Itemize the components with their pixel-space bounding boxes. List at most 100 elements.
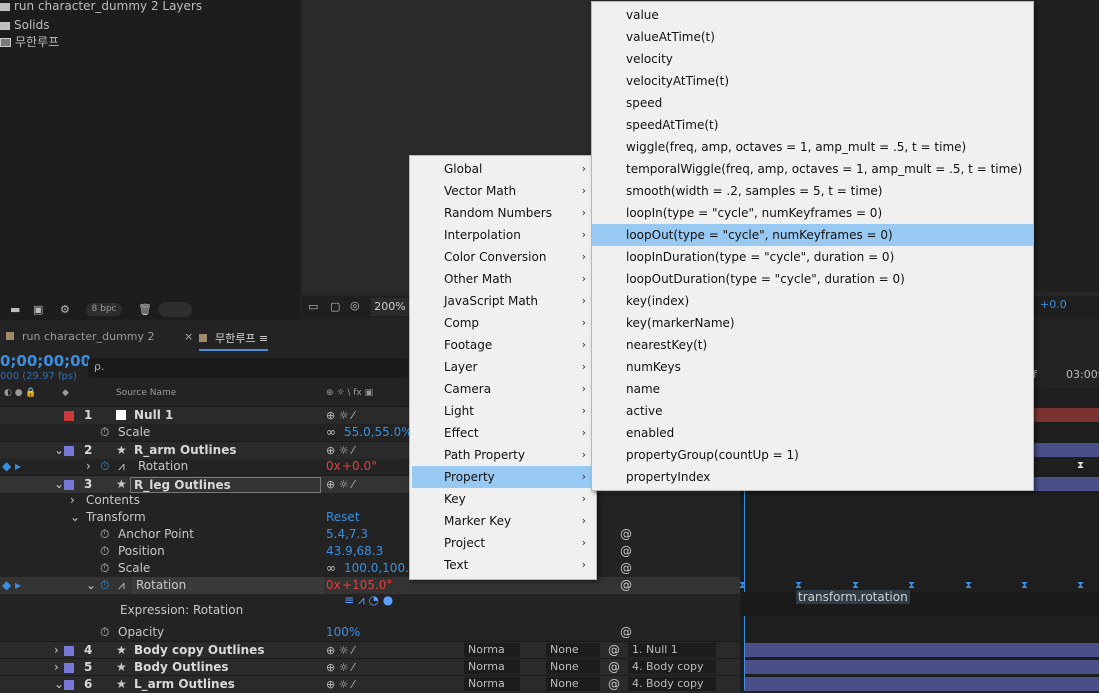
tab-infinite-loop[interactable]: 무한루프 ≡ — [199, 330, 269, 351]
stopwatch-icon[interactable]: ⏱ — [100, 543, 109, 560]
layer-row[interactable]: ⌄ 6 ★ L_arm Outlines ⊕ ☼ ⁄ Norma None @ … — [0, 675, 740, 693]
layer-switches[interactable]: ⊕ ☼ ⁄ — [326, 676, 354, 693]
timeline-search-input[interactable]: ρ. — [88, 358, 408, 378]
mask-icon[interactable]: ◎ — [350, 299, 360, 312]
chevron-right-icon[interactable]: › — [86, 458, 91, 475]
project-item[interactable]: 무한루프 — [0, 34, 59, 51]
menu-item-light[interactable]: Light › — [410, 400, 596, 422]
property-menu-item[interactable]: numKeys — [592, 356, 1033, 378]
chevron-right-icon[interactable]: › — [54, 642, 59, 659]
keyframe-icon[interactable]: ⧗ — [739, 580, 746, 591]
graph-icon[interactable]: ⩘ — [118, 458, 125, 475]
label-color[interactable] — [64, 480, 74, 490]
link-icon[interactable]: ∞ — [326, 560, 336, 577]
chevron-down-icon[interactable]: ⌄ — [54, 476, 64, 493]
property-menu-item[interactable]: speed — [592, 92, 1033, 114]
property-row[interactable]: ⏱ Scale ∞ 100.0,100.0 @ — [0, 560, 740, 577]
property-menu-item[interactable]: value — [592, 4, 1033, 26]
menu-item-project[interactable]: Project › — [410, 532, 596, 554]
layer-duration-bar[interactable] — [744, 643, 1099, 657]
property-menu-item[interactable]: loopIn(type = "cycle", numKeyframes = 0) — [592, 202, 1033, 224]
keyframe-icon[interactable]: ⧗ — [1077, 460, 1084, 471]
project-item[interactable]: Solids — [0, 17, 50, 34]
stopwatch-icon[interactable]: ⏱ — [100, 458, 109, 475]
pick-whip-icon[interactable]: @ — [608, 659, 620, 676]
chevron-down-icon[interactable]: ⌄ — [54, 442, 64, 459]
menu-item-key[interactable]: Key › — [410, 488, 596, 510]
property-menu-item[interactable]: velocityAtTime(t) — [592, 70, 1033, 92]
menu-item-global[interactable]: Global › — [410, 158, 596, 180]
layer-switches[interactable]: ⊕ ☼ ⁄ — [326, 642, 354, 659]
property-menu-item[interactable]: propertyGroup(countUp = 1) — [592, 444, 1033, 466]
display-icon[interactable]: ▢ — [330, 300, 340, 313]
blend-mode-dropdown[interactable]: Norma — [464, 643, 520, 657]
label-color[interactable] — [64, 646, 74, 656]
expression-spiral-icon[interactable]: @ — [620, 560, 632, 577]
folder-icon[interactable]: ▬ — [10, 303, 20, 316]
project-item[interactable]: run character_dummy 2 Layers — [0, 0, 202, 15]
track-matte-dropdown[interactable]: None — [546, 677, 600, 691]
source-name-header[interactable]: Source Name — [116, 388, 176, 404]
chevron-right-icon[interactable]: › — [54, 659, 59, 676]
property-row[interactable]: ⏱ Anchor Point 5.4,7.3 @ — [0, 526, 740, 543]
expression-spiral-icon[interactable]: @ — [620, 526, 632, 543]
chevron-down-icon[interactable]: ⌄ — [54, 676, 64, 693]
menu-item-property[interactable]: Property › — [412, 466, 596, 488]
expression-spiral-icon[interactable]: @ — [620, 624, 632, 641]
close-icon[interactable]: × — [184, 330, 193, 343]
keyframe-nav-icon[interactable]: ◆ ▸ — [2, 458, 21, 475]
keyframe-icon[interactable]: ⧗ — [965, 580, 972, 591]
menu-item-marker-key[interactable]: Marker Key › — [410, 510, 596, 532]
property-menu-item[interactable]: active — [592, 400, 1033, 422]
interpret-footage-icon[interactable]: ⚙ — [60, 303, 70, 316]
blend-mode-dropdown[interactable]: Norma — [464, 660, 520, 674]
property-row[interactable]: › Contents — [0, 492, 740, 509]
snapshot-icon[interactable]: ▭ — [308, 300, 318, 313]
menu-item-camera[interactable]: Camera › — [410, 378, 596, 400]
property-menu-item[interactable]: key(markerName) — [592, 312, 1033, 334]
stopwatch-icon[interactable]: ⏱ — [100, 560, 109, 577]
property-row[interactable]: ⏱ Opacity 100% @ — [0, 624, 740, 641]
menu-item-layer[interactable]: Layer › — [410, 356, 596, 378]
layer-switches[interactable]: ⊕ ☼ ⁄ — [326, 407, 354, 424]
property-menu-item[interactable]: key(index) — [592, 290, 1033, 312]
label-color[interactable] — [64, 663, 74, 673]
layer-switches[interactable]: ⊕ ☼ ⁄ — [326, 476, 354, 493]
label-color[interactable] — [64, 680, 74, 690]
property-row[interactable]: ⌄ Transform Reset — [0, 509, 740, 526]
chevron-down-icon[interactable]: ⌄ — [70, 509, 80, 526]
expression-text[interactable]: transform.rotation — [796, 590, 910, 604]
exposure-value[interactable]: +0.0 — [1040, 298, 1067, 311]
layer-switches[interactable]: ⊕ ☼ ⁄ — [326, 659, 354, 676]
expression-spiral-icon[interactable]: @ — [620, 543, 632, 560]
pick-whip-icon[interactable]: @ — [608, 642, 620, 659]
blend-mode-dropdown[interactable]: Norma — [464, 677, 520, 691]
property-menu-item[interactable]: speedAtTime(t) — [592, 114, 1033, 136]
new-composition-icon[interactable]: ▣ — [33, 303, 43, 316]
layer-row[interactable]: › 5 ★ Body Outlines ⊕ ☼ ⁄ Norma None @ 4… — [0, 658, 740, 676]
link-icon[interactable]: ∞ — [326, 424, 336, 441]
property-menu-item[interactable]: loopOut(type = "cycle", numKeyframes = 0… — [592, 224, 1033, 246]
property-menu-item[interactable]: propertyIndex — [592, 466, 1033, 488]
trash-icon[interactable]: 🗑 — [138, 303, 152, 316]
menu-item-other-math[interactable]: Other Math › — [410, 268, 596, 290]
menu-item-random-numbers[interactable]: Random Numbers › — [410, 202, 596, 224]
keyframe-icon[interactable]: ⧗ — [1077, 580, 1084, 591]
layer-switches[interactable]: ⊕ ☼ ⁄ — [326, 442, 354, 459]
property-menu-item[interactable]: enabled — [592, 422, 1033, 444]
property-menu-item[interactable]: wiggle(freq, amp, octaves = 1, amp_mult … — [592, 136, 1033, 158]
property-menu-item[interactable]: valueAtTime(t) — [592, 26, 1033, 48]
layer-duration-bar[interactable] — [744, 660, 1099, 674]
property-menu-item[interactable]: name — [592, 378, 1033, 400]
expression-controls-icons[interactable]: ≡ ⩘ ◔ ● — [344, 592, 393, 609]
bit-depth-button[interactable]: 8 bpc — [86, 303, 122, 316]
pick-whip-icon[interactable]: @ — [608, 676, 620, 693]
menu-item-comp[interactable]: Comp › — [410, 312, 596, 334]
project-search-pill[interactable] — [158, 302, 192, 317]
property-menu-item[interactable]: loopOutDuration(type = "cycle", duration… — [592, 268, 1033, 290]
menu-item-text[interactable]: Text › — [410, 554, 596, 576]
layer-row[interactable]: › 4 ★ Body copy Outlines ⊕ ☼ ⁄ Norma Non… — [0, 641, 740, 659]
menu-item-path-property[interactable]: Path Property › — [410, 444, 596, 466]
keyframe-icon[interactable]: ⧗ — [1021, 580, 1028, 591]
track-matte-dropdown[interactable]: None — [546, 660, 600, 674]
